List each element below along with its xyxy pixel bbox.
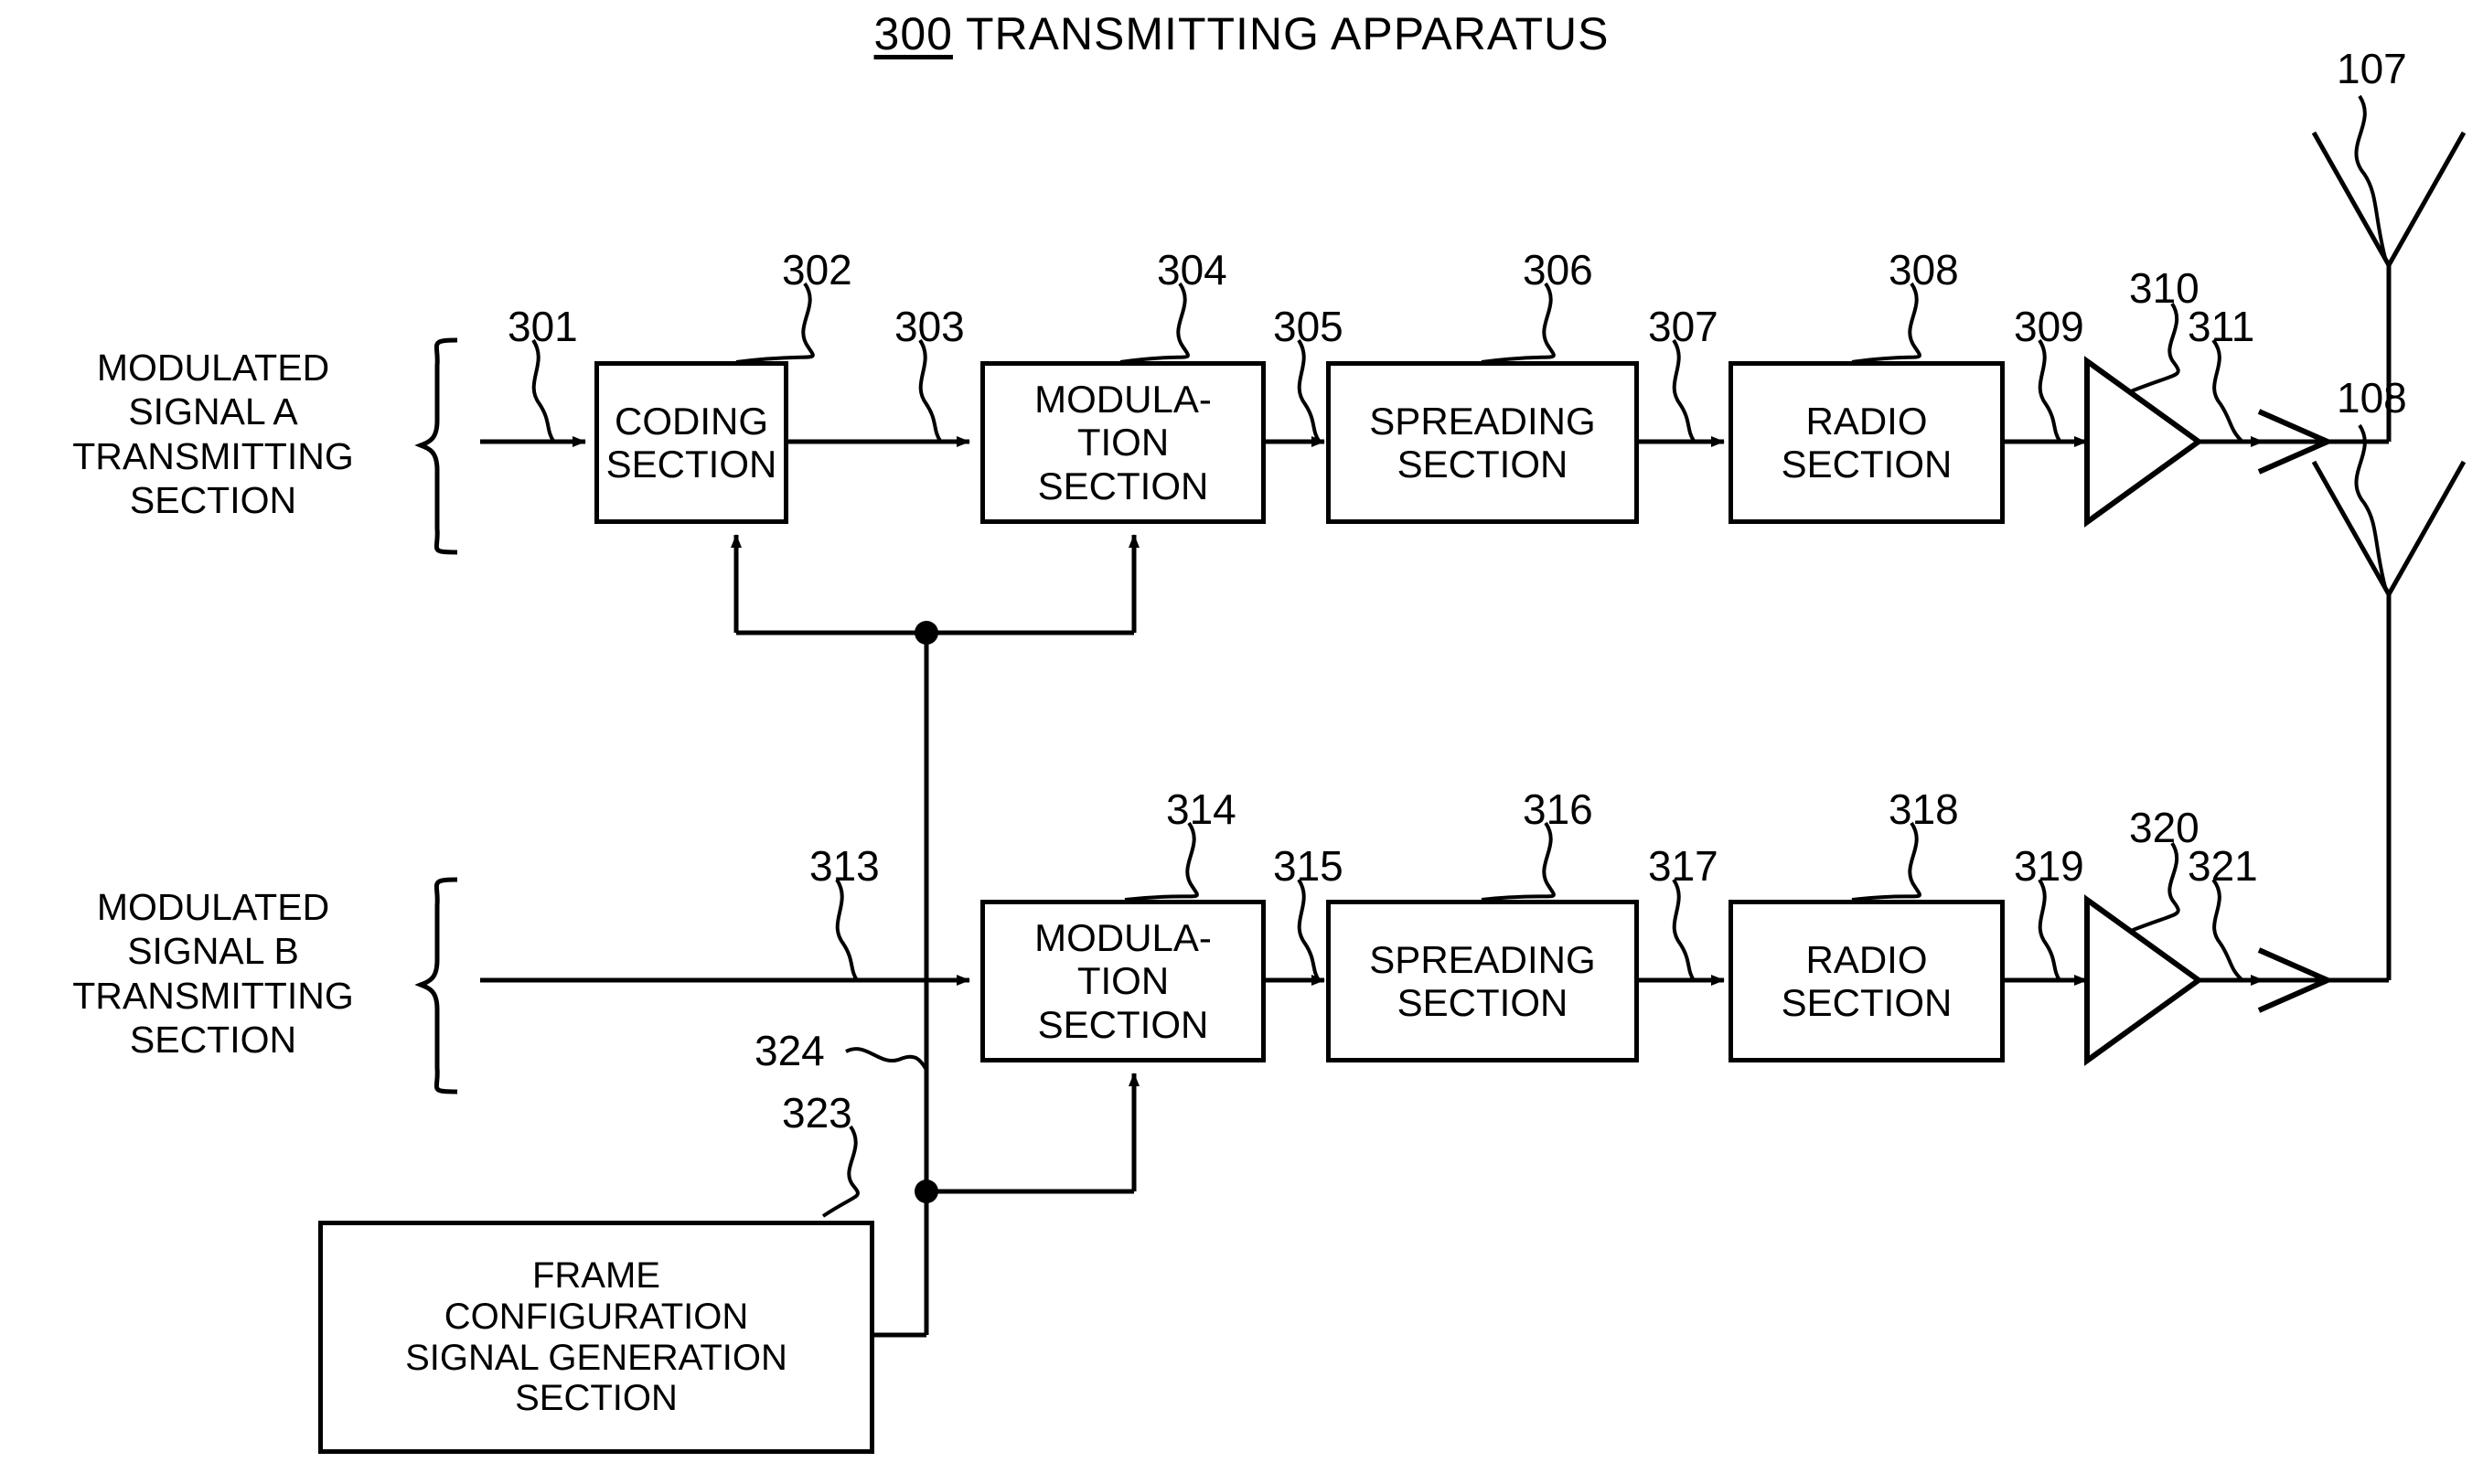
ref-301: 301 [508, 303, 578, 350]
block-frame-configuration-signal-generation-section-323[interactable]: FRAME CONFIGURATION SIGNAL GENERATION SE… [318, 1221, 874, 1454]
ref-306: 306 [1523, 246, 1593, 294]
ref-318: 318 [1889, 785, 1959, 833]
leader-307 [1672, 338, 1696, 443]
junction-dot-top [915, 621, 938, 645]
block-spreading-section-316[interactable]: SPREADING SECTION [1326, 900, 1639, 1062]
leader-302 [735, 282, 815, 364]
ref-314: 314 [1166, 785, 1236, 833]
leader-317 [1672, 878, 1696, 982]
leader-309 [2038, 338, 2061, 443]
block-coding-section-302[interactable]: CODING SECTION [594, 361, 788, 524]
brace-modulated-signal-b [414, 877, 458, 1094]
ref-311: 311 [2188, 303, 2255, 350]
ref-305: 305 [1273, 303, 1343, 350]
side-label-modulated-signal-b: MODULATED SIGNAL B TRANSMITTING SECTION [72, 886, 354, 1062]
block-modulation-section-314[interactable]: MODULA- TION SECTION [980, 900, 1266, 1062]
ref-304: 304 [1157, 246, 1227, 294]
ref-302: 302 [782, 246, 852, 294]
leader-318 [1851, 821, 1921, 902]
antenna-108-left-arm [2311, 460, 2392, 596]
antenna-107-left-arm [2311, 131, 2392, 267]
leader-305 [1297, 338, 1321, 443]
leader-303 [918, 338, 942, 443]
brace-modulated-signal-a [414, 337, 458, 555]
leader-323 [821, 1125, 860, 1218]
leader-314 [1124, 821, 1199, 902]
leader-316 [1481, 821, 1556, 902]
ref-313: 313 [809, 842, 880, 890]
leader-310 [2130, 302, 2180, 393]
ref-309: 309 [2014, 303, 2084, 350]
leader-306 [1481, 282, 1556, 364]
antenna-107-right-arm [2386, 131, 2467, 267]
junction-dot-lower [915, 1180, 938, 1203]
block-label-316: SPREADING SECTION [1369, 937, 1596, 1024]
block-modulation-section-304[interactable]: MODULA- TION SECTION [980, 361, 1266, 524]
block-label-302: CODING SECTION [605, 399, 777, 486]
ref-315: 315 [1273, 842, 1343, 890]
leader-304 [1119, 282, 1190, 364]
block-label-314: MODULA- TION SECTION [1034, 916, 1212, 1046]
block-radio-section-318[interactable]: RADIO SECTION [1728, 900, 2005, 1062]
leader-301 [531, 338, 555, 443]
ref-321: 321 [2188, 842, 2258, 890]
block-label-304: MODULA- TION SECTION [1034, 378, 1212, 507]
side-label-modulated-signal-a: MODULATED SIGNAL A TRANSMITTING SECTION [72, 347, 354, 522]
leader-315 [1297, 878, 1321, 982]
ref-303: 303 [894, 303, 965, 350]
block-spreading-section-306[interactable]: SPREADING SECTION [1326, 361, 1639, 524]
ref-319: 319 [2014, 842, 2084, 890]
ref-108: 108 [2337, 374, 2407, 422]
ref-316: 316 [1523, 785, 1593, 833]
block-label-318: RADIO SECTION [1781, 937, 1953, 1024]
ref-317: 317 [1648, 842, 1718, 890]
leader-320 [2130, 841, 2180, 933]
ref-307: 307 [1648, 303, 1718, 350]
block-label-323: FRAME CONFIGURATION SIGNAL GENERATION SE… [405, 1254, 787, 1419]
block-label-308: RADIO SECTION [1781, 399, 1953, 486]
leader-311 [2211, 338, 2244, 443]
leader-313 [835, 878, 859, 982]
patent-figure-canvas: 300 TRANSMITTING APPARATUS MODULATED SIG… [0, 0, 2483, 1484]
block-label-306: SPREADING SECTION [1369, 399, 1596, 486]
ref-107: 107 [2337, 45, 2407, 92]
ref-323: 323 [782, 1089, 852, 1137]
leader-324 [845, 1047, 928, 1072]
block-radio-section-308[interactable]: RADIO SECTION [1728, 361, 2005, 524]
amplifier-320 [2084, 894, 2204, 1066]
ref-308: 308 [1889, 246, 1959, 294]
leader-308 [1851, 282, 1921, 364]
leader-321 [2211, 878, 2244, 982]
antenna-108-right-arm [2386, 460, 2467, 596]
leader-319 [2038, 878, 2061, 982]
ref-324: 324 [755, 1027, 825, 1074]
